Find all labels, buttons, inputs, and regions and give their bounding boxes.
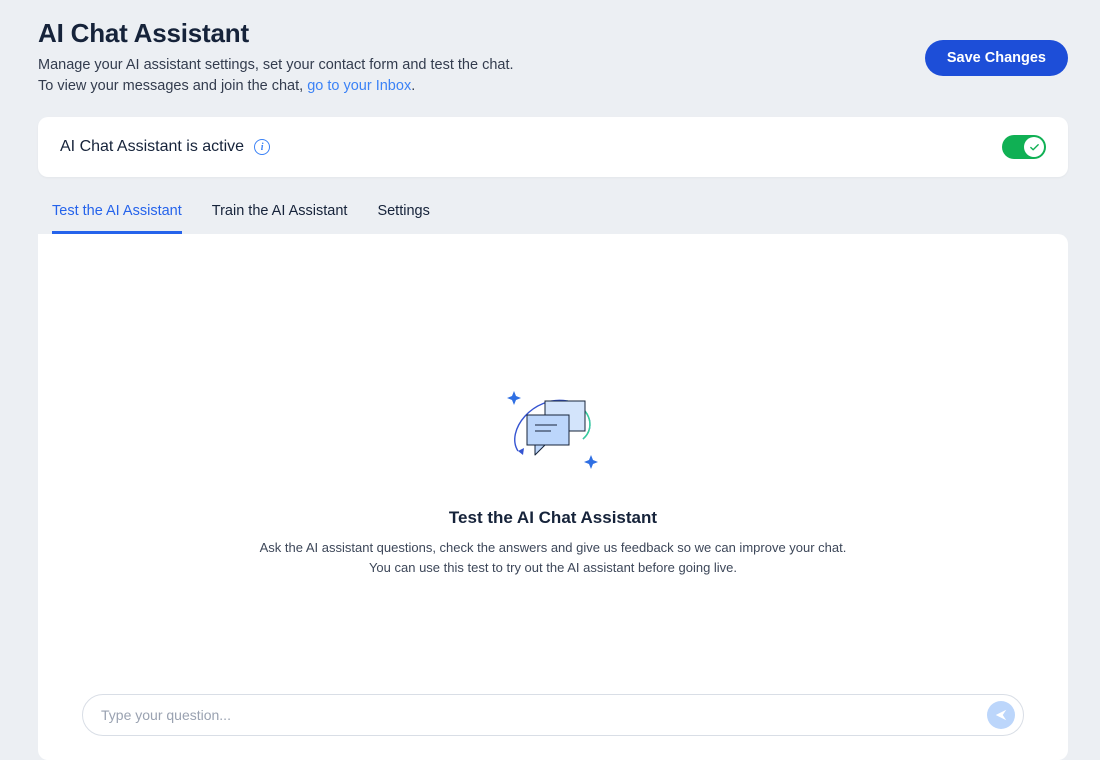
active-status-label: AI Chat Assistant is active bbox=[60, 138, 244, 156]
toggle-knob bbox=[1024, 137, 1044, 157]
test-panel-content: Test the AI Chat Assistant Ask the AI as… bbox=[82, 262, 1024, 694]
test-panel: Test the AI Chat Assistant Ask the AI as… bbox=[38, 234, 1068, 760]
send-icon bbox=[994, 708, 1008, 722]
subtitle-line1: Manage your AI assistant settings, set y… bbox=[38, 57, 514, 73]
inbox-link[interactable]: go to your Inbox bbox=[307, 78, 411, 94]
test-panel-description: Ask the AI assistant questions, check th… bbox=[260, 538, 847, 577]
question-input-bar bbox=[82, 694, 1024, 736]
send-button[interactable] bbox=[987, 701, 1015, 729]
tab-test[interactable]: Test the AI Assistant bbox=[52, 191, 182, 234]
active-status-card: AI Chat Assistant is active i bbox=[38, 117, 1068, 177]
chat-illustration-icon bbox=[493, 379, 613, 480]
subtitle-line2-suffix: . bbox=[411, 78, 415, 94]
question-input[interactable] bbox=[101, 707, 987, 723]
test-desc-line1: Ask the AI assistant questions, check th… bbox=[260, 540, 847, 555]
tab-settings[interactable]: Settings bbox=[377, 191, 429, 234]
subtitle-line2-prefix: To view your messages and join the chat, bbox=[38, 78, 307, 94]
page-subtitle: Manage your AI assistant settings, set y… bbox=[38, 55, 514, 97]
test-desc-line2: You can use this test to try out the AI … bbox=[369, 560, 737, 575]
page-title: AI Chat Assistant bbox=[38, 18, 514, 49]
test-panel-heading: Test the AI Chat Assistant bbox=[449, 508, 657, 528]
check-icon bbox=[1029, 142, 1040, 153]
tabs-bar: Test the AI Assistant Train the AI Assis… bbox=[38, 191, 1068, 234]
active-toggle[interactable] bbox=[1002, 135, 1046, 159]
save-changes-button[interactable]: Save Changes bbox=[925, 40, 1068, 76]
info-icon[interactable]: i bbox=[254, 139, 270, 155]
tab-train[interactable]: Train the AI Assistant bbox=[212, 191, 348, 234]
